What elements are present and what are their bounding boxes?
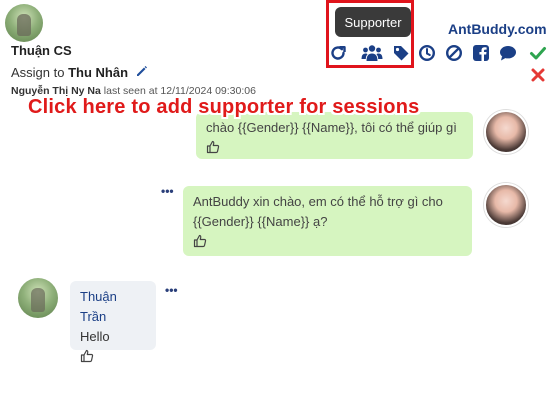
message-bubble: AntBuddy xin chào, em có thể hỗ trợ gì c…: [183, 186, 472, 256]
avatar: [5, 4, 43, 42]
assign-row: Assign to Thu Nhân: [11, 65, 148, 80]
like-icon[interactable]: [193, 234, 207, 248]
facebook-icon[interactable]: [472, 44, 490, 62]
message-menu-icon[interactable]: •••: [165, 283, 178, 297]
sender-name: Thuận Trần: [80, 289, 117, 324]
user-name: Thuận CS: [11, 43, 72, 58]
agent-avatar: [484, 110, 528, 154]
message-bubble: chào {{Gender}} {{Name}}, tôi có thể giú…: [196, 112, 473, 159]
customer-avatar: [18, 278, 58, 318]
annotation-text: Click here to add supporter for sessions: [28, 96, 420, 118]
message-menu-icon[interactable]: •••: [161, 184, 174, 198]
check-icon[interactable]: [529, 44, 547, 62]
like-icon[interactable]: [80, 349, 94, 363]
pencil-icon[interactable]: [136, 65, 148, 80]
block-icon[interactable]: [445, 44, 463, 62]
assign-label: Assign to: [11, 65, 65, 80]
close-icon[interactable]: [529, 66, 547, 84]
tag-icon[interactable]: [392, 44, 410, 62]
message-text-line2: {{Gender}} {{Name}} ạ?: [193, 214, 328, 229]
brand-logo: AntBuddy.com: [448, 21, 547, 37]
supporter-icon[interactable]: [361, 44, 383, 62]
message-bubble: Thuận Trần Hello: [70, 281, 156, 363]
assignee-name: Thu Nhân: [68, 65, 129, 80]
history-icon[interactable]: [418, 44, 436, 62]
message-text: chào {{Gender}} {{Name}}, tôi có thể giú…: [206, 120, 457, 135]
refresh-icon[interactable]: [329, 44, 347, 62]
message-text: Hello: [80, 329, 110, 344]
chat-icon[interactable]: [499, 44, 517, 62]
like-icon[interactable]: [206, 140, 220, 154]
message-text-line1: AntBuddy xin chào, em có thể hỗ trợ gì c…: [193, 194, 443, 209]
agent-avatar: [484, 183, 528, 227]
